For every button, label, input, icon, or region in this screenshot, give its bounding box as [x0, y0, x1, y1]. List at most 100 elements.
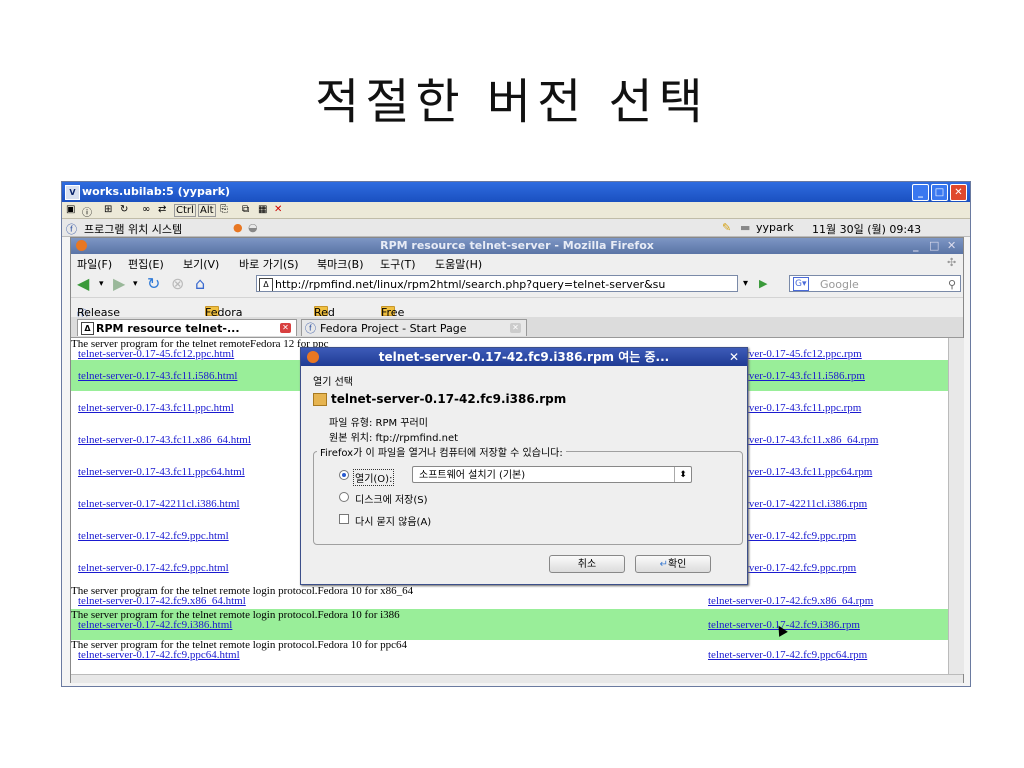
open-app-select[interactable]: 소프트웨어 설치기 (기본) ⬍ — [412, 466, 692, 483]
html-link[interactable]: telnet-server-0.17-42211cl.i386.html — [78, 498, 240, 510]
url-input[interactable]: Δ http://rpmfind.net/linux/rpm2html/sear… — [256, 275, 738, 292]
html-link[interactable]: telnet-server-0.17-42.fc9.ppc.html — [78, 562, 229, 574]
vnc-title-bar: V works.ubilab:5 (yypark) _ □ ✕ — [62, 182, 970, 202]
open-with-label[interactable]: 열기(O): — [353, 469, 395, 486]
fx-maximize-icon[interactable]: □ — [929, 238, 939, 254]
close-icon[interactable]: ✕ — [950, 184, 967, 201]
firefox-icon — [307, 351, 319, 363]
firefox-window-title: RPM resource telnet-server - Mozilla Fir… — [380, 239, 654, 252]
fedora-icon: ⓕ — [305, 322, 316, 335]
transfer-icon[interactable]: ⇄ — [158, 204, 166, 215]
link-icon[interactable]: ∞ — [142, 204, 150, 215]
save-icon[interactable]: ▦ — [258, 204, 267, 215]
fx-minimize-icon[interactable]: _ — [913, 238, 919, 254]
maximize-icon[interactable]: □ — [931, 184, 948, 201]
html-link[interactable]: telnet-server-0.17-43.fc11.ppc64.html — [78, 466, 245, 478]
throbber-icon: ✣ — [947, 256, 957, 269]
forward-icon[interactable]: ▶ — [113, 275, 125, 293]
package-icon — [313, 393, 327, 406]
menu-bookmarks[interactable]: 북마크(B) — [317, 256, 364, 272]
firefox-menubar: 파일(F) 편집(E) 보기(V) 바로 가기(S) 북마크(B) 도구(T) … — [71, 254, 963, 271]
ctrl-key-button[interactable]: Ctrl — [174, 204, 196, 217]
minimize-icon[interactable]: _ — [912, 184, 929, 201]
dialog-title: telnet-server-0.17-42.fc9.i386.rpm 여는 중.… — [378, 350, 670, 364]
open-with-radio[interactable] — [339, 470, 349, 480]
reload-icon[interactable]: ↻ — [147, 275, 160, 293]
save-to-disk-radio[interactable] — [339, 492, 349, 502]
vnc-toolbar: ▣ ⓘ ⊞ ↻ ∞ ⇄ Ctrl Alt ⎘ ⧉ ▦ ✕ — [62, 202, 970, 219]
refresh-icon[interactable]: ↻ — [120, 204, 128, 215]
clipboard-icon[interactable]: ⎘ — [220, 204, 228, 215]
home-icon[interactable]: ⌂ — [195, 275, 205, 293]
dialog-close-icon[interactable]: ✕ — [729, 348, 739, 366]
table-row: telnet-server-0.17-42.fc9.ppc64.html The … — [71, 639, 948, 670]
open-app-value: 소프트웨어 설치기 (기본) — [419, 470, 526, 481]
menu-tools[interactable]: 도구(T) — [380, 256, 416, 272]
site-icon: Δ — [259, 278, 273, 291]
bookmarks-toolbar: ⓕ Release Notes Fedora Project Red Hat F… — [71, 297, 963, 332]
menu-file[interactable]: 파일(F) — [77, 256, 112, 272]
user-icon: ▬ — [740, 221, 751, 234]
firefox-launcher-icon[interactable]: ● — [233, 221, 243, 234]
network-icon[interactable]: ◒ — [248, 221, 258, 234]
row-distribution: Fedora 10 for i386 — [317, 609, 400, 621]
html-link[interactable]: telnet-server-0.17-42.fc9.ppc64.html — [78, 649, 240, 661]
menu-edit[interactable]: 편집(E) — [128, 256, 164, 272]
tab-bar: Δ RPM resource telnet-... ✕ ⓕ Fedora Pro… — [71, 317, 963, 338]
tab-close-icon[interactable]: ✕ — [510, 323, 521, 333]
stop-icon[interactable]: ⊗ — [171, 275, 184, 293]
search-input[interactable]: G▾ Google ⚲ — [789, 275, 961, 292]
menu-go[interactable]: 바로 가기(S) — [239, 256, 299, 272]
html-link[interactable]: telnet-server-0.17-42.fc9.i386.html — [78, 619, 232, 631]
html-link[interactable]: telnet-server-0.17-42.fc9.x86_64.html — [78, 595, 246, 607]
forward-dropdown-icon[interactable]: ▾ — [133, 275, 138, 293]
ok-button[interactable]: ↵확인 — [635, 555, 711, 573]
copy-icon[interactable]: ⧉ — [242, 204, 249, 215]
fedora-icon[interactable]: ⓕ — [66, 221, 77, 237]
html-link[interactable]: telnet-server-0.17-43.fc11.x86_64.html — [78, 434, 251, 446]
firefox-icon — [76, 240, 87, 251]
notes-icon[interactable]: ✎ — [722, 221, 731, 234]
open-label: 열기 선택 — [313, 377, 353, 388]
info-icon[interactable]: ⓘ — [82, 204, 92, 219]
back-dropdown-icon[interactable]: ▾ — [99, 275, 104, 293]
go-icon[interactable]: ▶ — [759, 275, 767, 293]
panel-menu[interactable]: 프로그램 위치 시스템 — [84, 221, 182, 237]
panel-clock[interactable]: 11월 30일 (월) 09:43 — [812, 221, 921, 237]
vertical-scrollbar[interactable] — [948, 338, 964, 674]
select-arrows-icon: ⬍ — [674, 467, 691, 482]
fx-close-icon[interactable]: ✕ — [947, 238, 956, 254]
horizontal-scrollbar[interactable] — [71, 674, 963, 683]
dont-ask-label[interactable]: 다시 묻지 않음(A) — [355, 513, 431, 528]
dont-ask-checkbox[interactable] — [339, 514, 349, 524]
navigation-toolbar: ◀ ▾ ▶ ▾ ↻ ⊗ ⌂ Δ http://rpmfind.net/linux… — [71, 271, 963, 297]
rpm-link[interactable]: telnet-server-0.17-42.fc9.ppc64.rpm — [708, 649, 867, 661]
ok-icon: ↵ — [659, 559, 668, 570]
table-row: telnet-server-0.17-42.fc9.i386.html The s… — [71, 609, 948, 640]
back-icon[interactable]: ◀ — [77, 275, 89, 293]
rpm-link[interactable]: telnet-server-0.17-42.fc9.x86_64.rpm — [708, 595, 873, 607]
html-link[interactable]: telnet-server-0.17-43.fc11.i586.html — [78, 370, 237, 382]
alt-key-button[interactable]: Alt — [198, 204, 216, 217]
search-icon[interactable]: ⚲ — [948, 276, 956, 293]
disconnect-icon[interactable]: ✕ — [274, 204, 282, 215]
html-link[interactable]: telnet-server-0.17-45.fc12.ppc.html — [78, 348, 234, 360]
search-engine-icon[interactable]: G▾ — [793, 277, 809, 291]
save-to-disk-label[interactable]: 디스크에 저장(S) — [355, 491, 428, 506]
row-distribution: Fedora 10 for x86_64 — [317, 585, 414, 597]
tab-close-icon[interactable]: ✕ — [280, 323, 291, 333]
options-icon[interactable]: ▣ — [66, 204, 75, 215]
html-link[interactable]: telnet-server-0.17-42.fc9.ppc.html — [78, 530, 229, 542]
fullscreen-icon[interactable]: ⊞ — [104, 204, 112, 215]
menu-help[interactable]: 도움말(H) — [435, 256, 482, 272]
html-link[interactable]: telnet-server-0.17-43.fc11.ppc.html — [78, 402, 234, 414]
file-source: 원본 위치: ftp://rpmfind.net — [329, 433, 459, 444]
cancel-button[interactable]: 취소 — [549, 555, 625, 573]
file-type: 파일 유형: RPM 꾸러미 — [329, 418, 428, 429]
search-placeholder: Google — [820, 278, 859, 291]
menu-view[interactable]: 보기(V) — [183, 256, 219, 272]
tab-rpm-resource[interactable]: Δ RPM resource telnet-... ✕ — [77, 319, 297, 336]
vnc-window-title: works.ubilab:5 (yypark) — [82, 185, 231, 198]
url-dropdown-icon[interactable]: ▾ — [743, 275, 748, 293]
tab-fedora-start[interactable]: ⓕ Fedora Project - Start Page ✕ — [301, 319, 527, 336]
